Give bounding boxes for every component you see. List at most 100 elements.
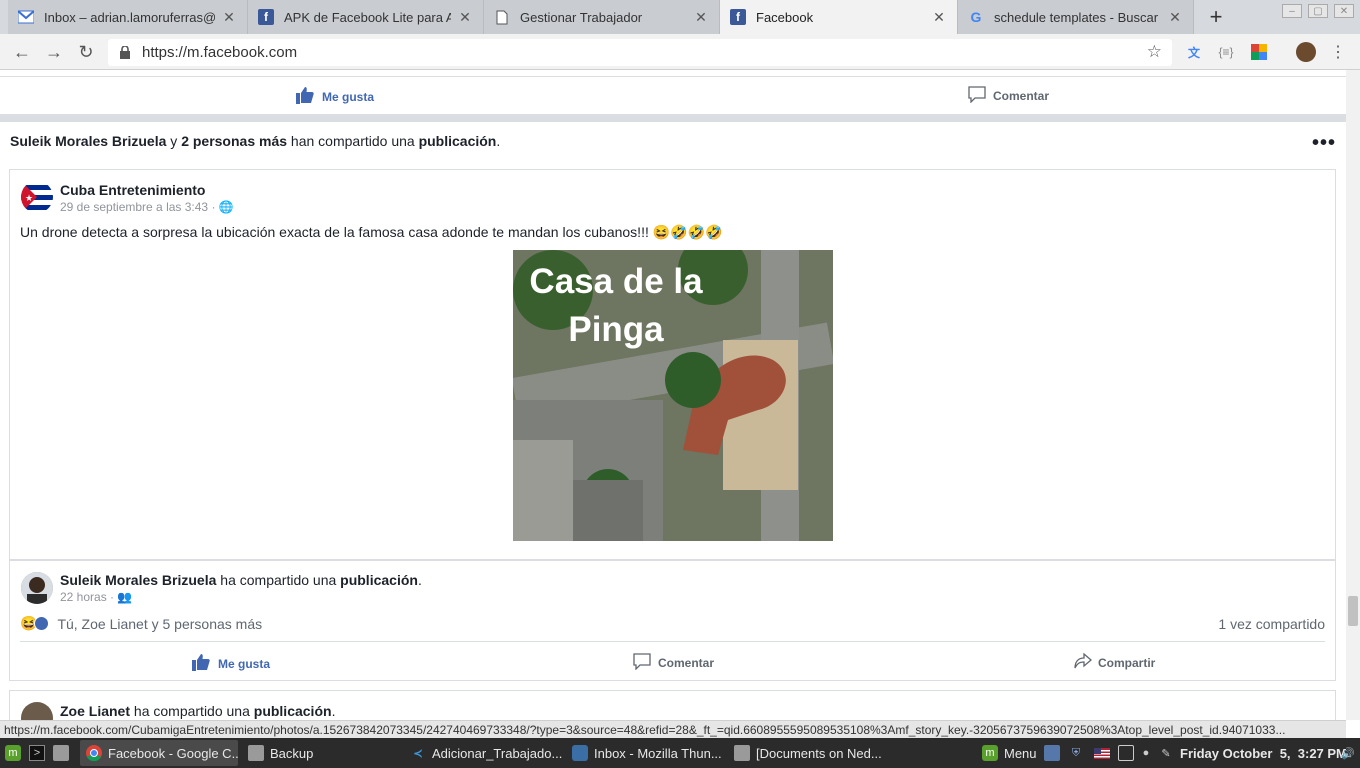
us-flag-icon[interactable]: [1094, 745, 1110, 761]
post-photo[interactable]: Casa de la Pinga: [513, 250, 833, 541]
user-icon[interactable]: ●: [1138, 745, 1154, 761]
facebook-icon: f: [258, 9, 274, 25]
tab-facebook[interactable]: f Facebook ✕: [720, 0, 958, 34]
maximize-button[interactable]: ▢: [1308, 4, 1328, 18]
comment-button[interactable]: Comentar: [633, 653, 714, 673]
actor-name-link[interactable]: Suleik Morales Brizuela: [10, 133, 166, 149]
clock[interactable]: Friday October 5, 3:27 PM: [1180, 746, 1347, 761]
tab-schedule[interactable]: G schedule templates - Buscar co ✕: [958, 0, 1194, 34]
volume-icon[interactable]: 🔊: [1340, 745, 1356, 761]
translate-extension-icon[interactable]: 文: [1185, 43, 1203, 61]
folder-icon[interactable]: [50, 740, 74, 766]
user-avatar[interactable]: [21, 702, 53, 720]
clipboard-icon[interactable]: [1118, 745, 1134, 761]
comment-icon: [968, 86, 986, 106]
others-link[interactable]: 2 personas más: [181, 133, 287, 149]
tab-facebook-lite[interactable]: f APK de Facebook Lite para And ✕: [248, 0, 484, 34]
thumbs-up-icon: [296, 86, 314, 107]
menu-dots-icon[interactable]: ⋮: [1329, 43, 1347, 61]
address-bar[interactable]: https://m.facebook.com ☆: [108, 39, 1172, 66]
share-time: 22 horas · 👥: [60, 590, 133, 604]
taskbar-label: Facebook - Google C...: [108, 745, 238, 761]
taskbar-item-chrome[interactable]: Facebook - Google C...: [80, 740, 238, 766]
publication-link[interactable]: publicación: [254, 703, 332, 719]
share-header: Suleik Morales Brizuela ha compartido un…: [60, 572, 422, 588]
taskbar-item-documents[interactable]: [Documents on Ned...: [728, 740, 886, 766]
comment-label: Comentar: [658, 656, 715, 670]
tab-title: Inbox – adrian.lamoruferras@g: [44, 9, 215, 25]
publication-link[interactable]: publicación: [340, 572, 418, 588]
reactions-summary[interactable]: 😆 Tú, Zoe Lianet y 5 personas más: [20, 615, 262, 632]
more-options-icon[interactable]: •••: [1312, 132, 1336, 155]
code-extension-icon[interactable]: {≡}: [1217, 43, 1235, 61]
terminal-icon[interactable]: >: [26, 740, 48, 766]
header-text: .: [496, 133, 501, 149]
reactions-text: Tú, Zoe Lianet y 5 personas más: [57, 615, 263, 632]
profile-avatar[interactable]: [1296, 42, 1316, 62]
original-post-card: ★ Cuba Entretenimiento 29 de septiembre …: [9, 169, 1336, 560]
back-arrow-icon[interactable]: ←: [10, 40, 34, 64]
thumbs-up-icon: [192, 653, 210, 674]
divider: [20, 641, 1325, 642]
tab-title: APK de Facebook Lite para And: [284, 9, 451, 25]
post-text: Un drone detecta a sorpresa la ubicación…: [20, 224, 723, 240]
close-icon[interactable]: ✕: [1167, 9, 1183, 26]
taskbar-item-backup[interactable]: Backup: [242, 740, 400, 766]
tab-gestionar[interactable]: Gestionar Trabajador ✕: [484, 0, 720, 34]
photo-caption-line1: Casa de la: [529, 262, 703, 301]
story-header: Suleik Morales Brizuela y 2 personas más…: [10, 133, 500, 149]
shield-icon[interactable]: ⛨: [1068, 745, 1084, 761]
taskbar-label: Adicionar_Trabajado...: [432, 745, 562, 761]
comment-icon: [633, 653, 651, 673]
page-name-link[interactable]: Cuba Entretenimiento: [60, 182, 205, 198]
scrollbar-thumb[interactable]: [1348, 596, 1358, 626]
url-text: https://m.facebook.com: [142, 44, 298, 61]
tab-inbox[interactable]: Inbox – adrian.lamoruferras@g ✕: [8, 0, 248, 34]
friends-icon: 👥: [117, 590, 133, 604]
like-button[interactable]: Me gusta: [296, 86, 374, 107]
close-icon[interactable]: ✕: [931, 9, 947, 26]
sharer-name-link[interactable]: Suleik Morales Brizuela: [60, 572, 216, 588]
menu-button[interactable]: m Menu: [976, 740, 1044, 766]
share-text: .: [331, 703, 336, 719]
page-avatar-cuba-flag-icon[interactable]: ★: [21, 181, 53, 213]
share-card: Suleik Morales Brizuela ha compartido un…: [9, 560, 1336, 681]
tab-title: Gestionar Trabajador: [520, 9, 643, 25]
share-count-link[interactable]: 1 vez compartido: [1218, 616, 1325, 632]
browser-toolbar: ← → ↻ https://m.facebook.com ☆ 文 {≡} ⋮: [0, 34, 1360, 70]
bookmark-star-icon[interactable]: ☆: [1147, 42, 1162, 62]
workspace-icon[interactable]: [1044, 745, 1060, 761]
comment-button[interactable]: Comentar: [968, 86, 1049, 106]
pen-icon[interactable]: ✎: [1158, 745, 1174, 761]
close-window-button[interactable]: ✕: [1334, 4, 1354, 18]
page-scrollbar[interactable]: [1346, 70, 1360, 720]
forward-arrow-icon[interactable]: →: [42, 40, 66, 64]
next-story-card: Zoe Lianet ha compartido una publicación…: [9, 690, 1336, 720]
document-icon: [494, 9, 510, 25]
taskbar-label: Inbox - Mozilla Thun...: [594, 745, 722, 761]
taskbar-item-vscode[interactable]: ≺ Adicionar_Trabajado...: [404, 740, 562, 766]
folder-icon: [248, 745, 264, 761]
sharer-name-link[interactable]: Zoe Lianet: [60, 703, 130, 719]
like-button[interactable]: Me gusta: [192, 653, 270, 674]
publication-link[interactable]: publicación: [419, 133, 497, 149]
share-text: ha compartido una: [130, 703, 254, 719]
header-text: y: [166, 133, 182, 149]
close-icon[interactable]: ✕: [457, 9, 473, 26]
chrome-extension-icon[interactable]: [1250, 43, 1268, 61]
user-avatar[interactable]: [21, 572, 53, 604]
minimize-button[interactable]: –: [1282, 4, 1302, 18]
share-text: ha compartido una: [216, 572, 341, 588]
os-taskbar: m > Facebook - Google C... Backup ≺ Adic…: [0, 738, 1360, 768]
new-tab-button[interactable]: +: [1202, 4, 1230, 30]
close-icon[interactable]: ✕: [221, 9, 237, 26]
share-button[interactable]: Compartir: [1074, 652, 1155, 672]
reload-icon[interactable]: ↻: [74, 40, 98, 64]
tab-title: Facebook: [756, 9, 814, 25]
like-reaction-icon: [34, 616, 50, 631]
timestamp-text: 29 de septiembre a las 3:43: [60, 200, 209, 214]
globe-icon: 🌐: [218, 200, 234, 214]
close-icon[interactable]: ✕: [693, 9, 709, 26]
taskbar-item-thunderbird[interactable]: Inbox - Mozilla Thun...: [566, 740, 724, 766]
mint-start-icon[interactable]: m: [2, 740, 24, 766]
